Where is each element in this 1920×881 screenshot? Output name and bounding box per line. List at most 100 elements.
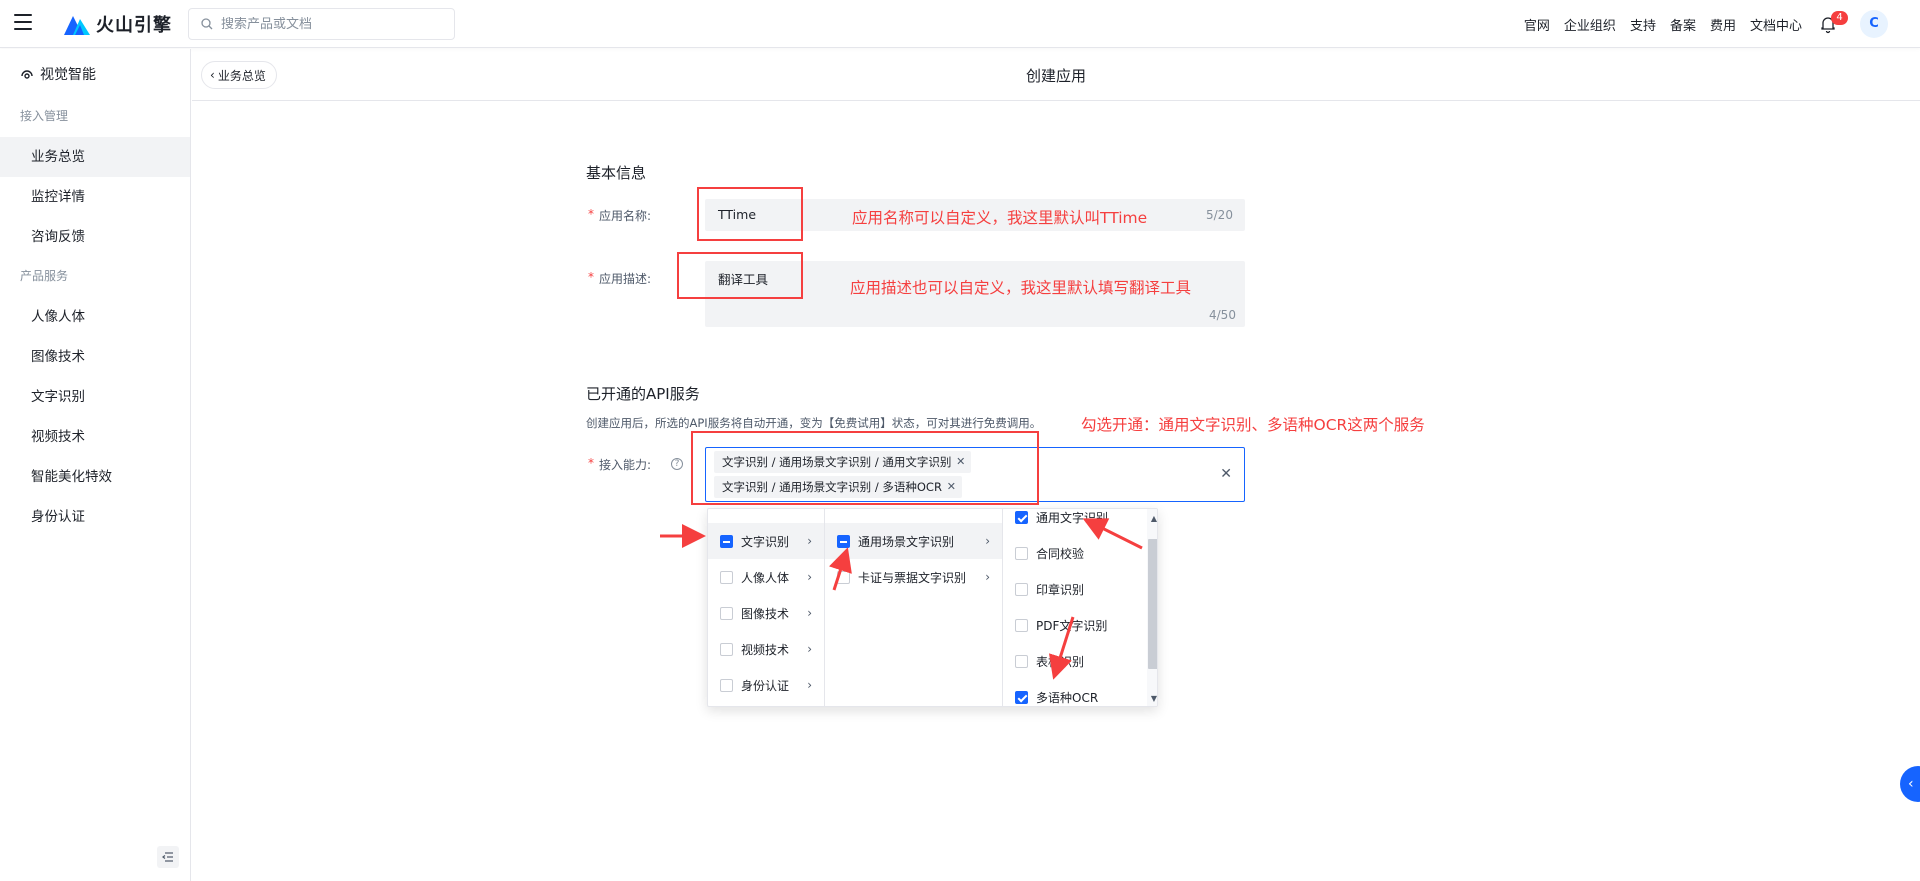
cascader-column-1: 文字识别 › 人像人体 › 图像技术 › 视频技术 › 身份认证 › [708,509,825,706]
top-nav-links: 官网 企业组织 支持 备案 费用 文档中心 [1524,0,1802,48]
scroll-down-icon[interactable]: ▼ [1151,694,1157,703]
sidebar-item-monitoring[interactable]: 监控详情 [0,177,190,217]
app-desc-label-text: 应用描述: [599,272,652,286]
cascader-column-2: 通用场景文字识别 › 卡证与票据文字识别 › [825,509,1003,706]
cascader-option[interactable]: 文字识别 › [708,523,824,559]
cascader-option-label: 合同校验 [1036,546,1085,561]
global-search[interactable] [188,8,455,40]
avatar[interactable]: C [1860,10,1888,38]
ability-label-text: 接入能力: [599,458,652,472]
checkbox[interactable] [720,570,733,584]
selected-tag: 文字识别 / 通用场景文字识别 / 通用文字识别 ✕ [714,451,972,473]
cascader-option[interactable]: 印章识别 [1003,571,1157,607]
checkbox[interactable] [1015,546,1028,560]
floating-expand-button[interactable]: ‹ [1900,766,1920,802]
volcano-logo-icon [64,16,90,35]
checkbox[interactable] [1015,654,1028,668]
scroll-up-icon[interactable]: ▲ [1151,514,1157,523]
sidebar-item-ocr[interactable]: 文字识别 [0,377,190,417]
cascader-option[interactable]: 通用场景文字识别 › [825,523,1002,559]
cascader-option[interactable]: 卡证与票据文字识别 › [825,559,1002,595]
cascader-option[interactable]: 合同校验 [1003,535,1157,571]
chevron-right-icon: › [807,570,812,584]
help-icon[interactable]: ? [671,458,683,470]
menu-icon[interactable] [14,14,32,30]
nav-link-docs[interactable]: 文档中心 [1750,15,1802,34]
nav-link-support[interactable]: 支持 [1630,15,1656,34]
checkbox-indeterminate[interactable] [720,534,733,548]
checkbox[interactable] [1015,582,1028,596]
required-mark: * [588,207,594,221]
nav-link-website[interactable]: 官网 [1524,15,1550,34]
vision-icon [21,70,33,79]
cascader-option-label: 卡证与票据文字识别 [858,570,967,585]
sidebar-item-beauty[interactable]: 智能美化特效 [0,457,190,497]
cascader-option-label: 人像人体 [741,570,790,585]
sidebar-title-label: 视觉智能 [40,67,96,83]
cascader-option[interactable]: 图像技术 › [708,595,824,631]
cascader-option-label: 通用场景文字识别 [858,534,955,549]
cascader-option[interactable]: 人像人体 › [708,559,824,595]
required-mark: * [588,456,594,470]
cascader-option[interactable]: 身份认证 › [708,667,824,703]
nav-link-filing[interactable]: 备案 [1670,15,1696,34]
cascader-option[interactable]: 视频技术 › [708,631,824,667]
cascader-option[interactable]: PDF文字识别 [1003,607,1157,643]
annotation-desc-note: 应用描述也可以自定义，我这里默认填写翻译工具 [850,279,1192,297]
chevron-left-icon: ‹ [1908,776,1914,792]
checkbox-checked[interactable] [1015,510,1028,524]
sidebar-title: 视觉智能 [20,64,96,84]
tag-close-icon[interactable]: ✕ [956,451,965,473]
brand-logo[interactable]: 火山引擎 [64,10,172,38]
collapse-icon [162,852,173,862]
section-api-service: 已开通的API服务 [586,385,700,403]
sidebar-item-portrait[interactable]: 人像人体 [0,297,190,337]
sidebar: 视觉智能 接入管理 业务总览 监控详情 咨询反馈 产品服务 人像人体 图像技术 … [0,49,191,881]
app-name-counter: 5/20 [1206,208,1233,222]
cascader-option-label: 视频技术 [741,642,790,657]
app-desc-counter: 4/50 [1209,308,1236,322]
sidebar-item-identity[interactable]: 身份认证 [0,497,190,537]
ability-cascader-select[interactable]: 文字识别 / 通用场景文字识别 / 通用文字识别 ✕ 文字识别 / 通用场景文字… [705,447,1245,502]
section-basic-info: 基本信息 [586,164,647,182]
content-header: ‹ 业务总览 创建应用 [192,49,1920,101]
checkbox-indeterminate[interactable] [837,534,850,548]
scrollbar[interactable]: ▲ ▼ [1147,509,1157,706]
checkbox[interactable] [720,606,733,620]
selected-tag-label: 文字识别 / 通用场景文字识别 / 多语种OCR [722,480,942,494]
api-hint: 创建应用后，所选的API服务将自动开通，变为【免费试用】状态，可对其进行免费调用… [586,416,1042,430]
chevron-right-icon: › [807,534,812,548]
chevron-right-icon: › [807,606,812,620]
cascader-option-label: 文字识别 [741,534,790,549]
search-input[interactable] [221,16,441,32]
cascader-dropdown: 文字识别 › 人像人体 › 图像技术 › 视频技术 › 身份认证 › 通用场景文… [707,508,1158,707]
checkbox[interactable] [837,570,850,584]
nav-link-organization[interactable]: 企业组织 [1564,15,1616,34]
annotation-api-note: 勾选开通：通用文字识别、多语种OCR这两个服务 [1081,416,1425,434]
clear-icon[interactable]: ✕ [1220,466,1232,482]
checkbox[interactable] [1015,618,1028,632]
scrollbar-thumb[interactable] [1148,539,1157,669]
ability-label: * 接入能力: [588,456,651,473]
cascader-option[interactable]: 通用文字识别 [1003,509,1157,535]
sidebar-item-overview[interactable]: 业务总览 [0,137,190,177]
checkbox[interactable] [720,678,733,692]
cascader-option[interactable]: 表格识别 [1003,643,1157,679]
selected-tag-label: 文字识别 / 通用场景文字识别 / 通用文字识别 [722,455,952,469]
cascader-option-label: 身份认证 [741,678,790,693]
chevron-right-icon: › [985,570,990,584]
sidebar-collapse-button[interactable] [157,846,179,868]
brand-name: 火山引擎 [96,15,172,36]
sidebar-item-video[interactable]: 视频技术 [0,417,190,457]
sidebar-item-feedback[interactable]: 咨询反馈 [0,217,190,257]
checkbox-checked[interactable] [1015,690,1028,704]
app-desc-value: 翻译工具 [718,272,769,287]
chevron-right-icon: › [807,678,812,692]
tag-close-icon[interactable]: ✕ [947,476,956,498]
sidebar-item-image[interactable]: 图像技术 [0,337,190,377]
nav-link-billing[interactable]: 费用 [1710,15,1736,34]
cascader-option[interactable]: 多语种OCR [1003,679,1157,706]
required-mark: * [588,270,594,284]
checkbox[interactable] [720,642,733,656]
cascader-option-label: 印章识别 [1036,582,1085,597]
